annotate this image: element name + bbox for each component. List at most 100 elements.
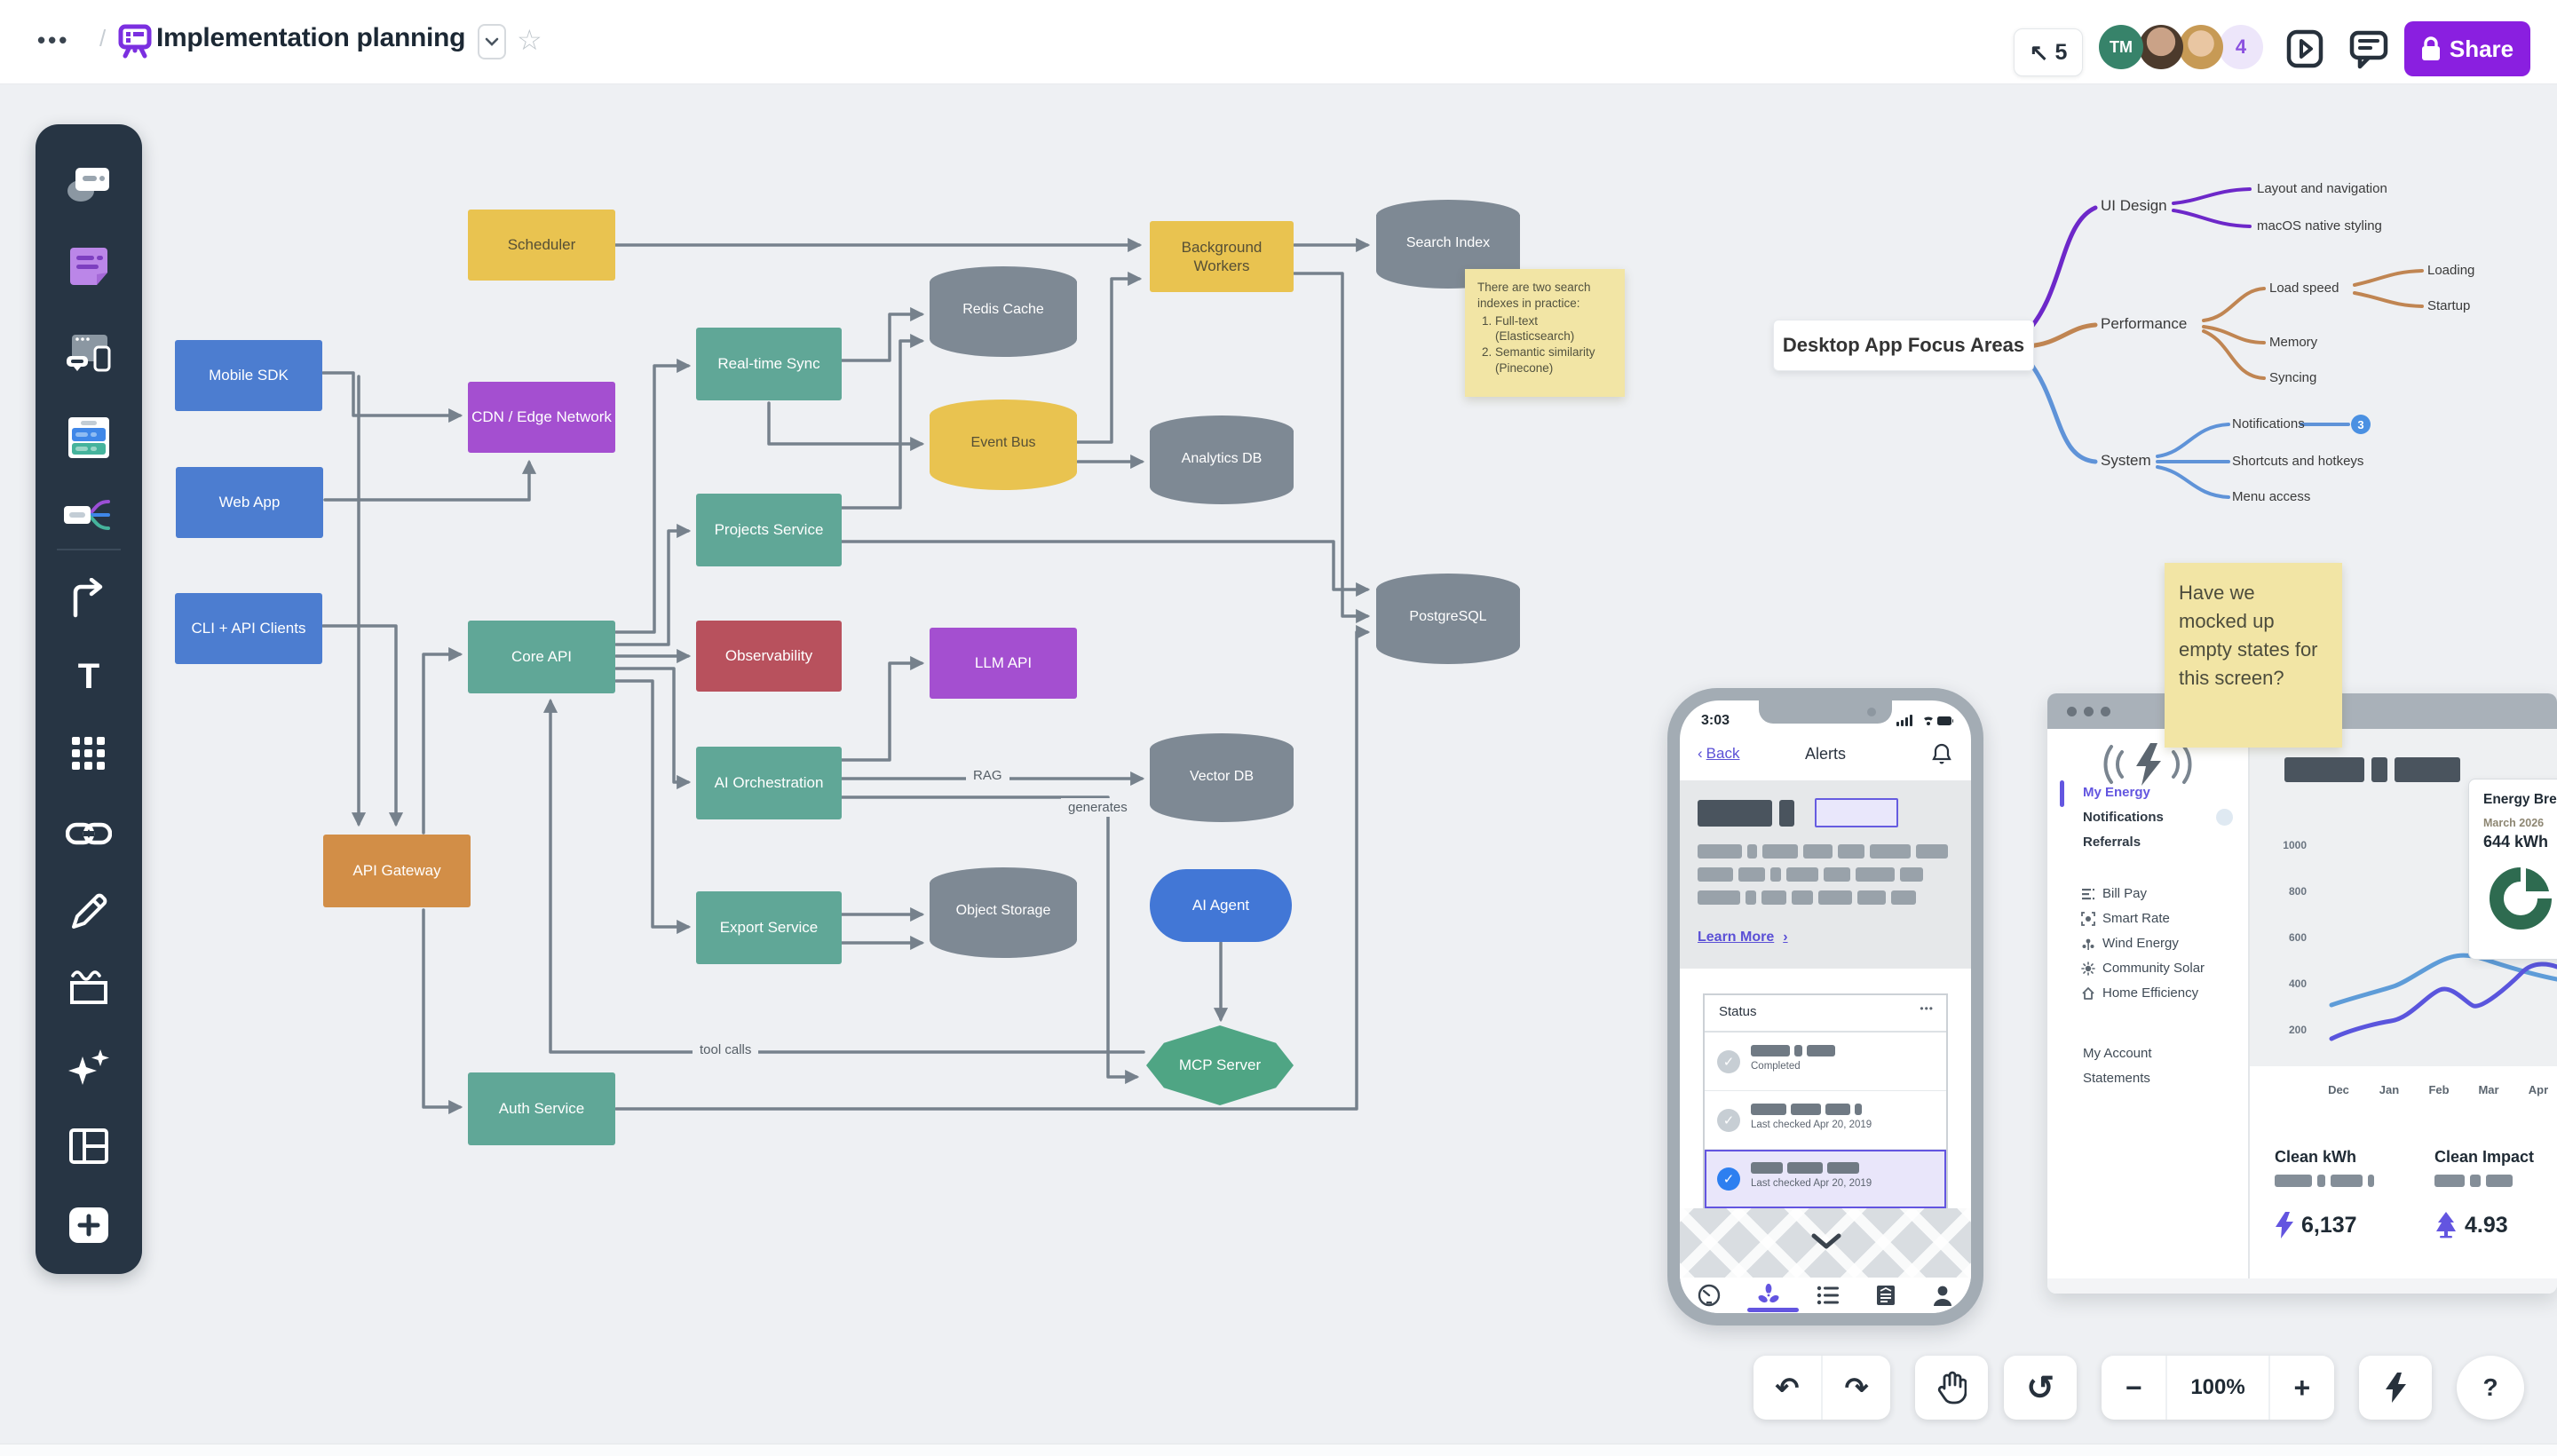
flow-node-web-app[interactable]: Web App	[176, 467, 323, 538]
notifications-count-badge[interactable]: 3	[2351, 415, 2371, 434]
mindmap-node-memory[interactable]: Memory	[2269, 335, 2317, 350]
flow-node-object-storage[interactable]: Object Storage	[930, 867, 1077, 958]
avatar[interactable]	[2139, 25, 2183, 69]
avatar[interactable]: TM	[2099, 25, 2143, 69]
mindmap-node-performance[interactable]: Performance	[2101, 315, 2187, 333]
phone-status-icons	[1896, 715, 1953, 727]
nav-my-account[interactable]: My Account	[2083, 1046, 2152, 1061]
history-icon: ↺	[2026, 1368, 2054, 1408]
flow-node-export-service[interactable]: Export Service	[696, 891, 842, 964]
hand-tool-button[interactable]	[1915, 1356, 1988, 1420]
cards-icon	[67, 415, 111, 460]
history-button[interactable]: ↺	[2004, 1356, 2077, 1420]
flow-node-api-gateway[interactable]: API Gateway	[323, 835, 471, 907]
nav-community-solar[interactable]: Community Solar	[2102, 961, 2205, 976]
flow-node-core-api[interactable]: Core API	[468, 621, 615, 693]
cylinder-body	[930, 415, 1077, 490]
nav-my-energy[interactable]: My Energy	[2083, 785, 2150, 800]
layout-tool[interactable]	[64, 1121, 114, 1171]
mindmap-node-layout-nav[interactable]: Layout and navigation	[2257, 181, 2387, 196]
present-button[interactable]	[2284, 27, 2326, 71]
avatar[interactable]	[2179, 25, 2223, 69]
avatar-overflow-count[interactable]: 4	[2219, 25, 2263, 69]
apps-tool[interactable]	[64, 729, 114, 779]
status-card-menu: •••	[1920, 1002, 1934, 1015]
flow-node-redis-cache[interactable]: Redis Cache	[930, 266, 1077, 357]
help-button[interactable]: ?	[2457, 1356, 2524, 1420]
mindmap-tool[interactable]	[64, 490, 114, 540]
ai-tool[interactable]	[64, 1045, 114, 1095]
flow-node-event-bus[interactable]: Event Bus	[930, 400, 1077, 490]
frame-tool[interactable]	[64, 963, 114, 1013]
mindmap-node-loading[interactable]: Loading	[2427, 263, 2474, 278]
edge-label-rag: RAG	[966, 766, 1009, 785]
flow-node-llm-api[interactable]: LLM API	[930, 628, 1077, 699]
title-dropdown-button[interactable]	[478, 24, 506, 59]
mindmap-root[interactable]: Desktop App Focus Areas	[1773, 320, 2034, 371]
sticky-note-empty-states[interactable]: Have we mocked up empty states for this …	[2165, 563, 2342, 748]
mindmap-node-ui-design[interactable]: UI Design	[2101, 197, 2167, 215]
flow-node-cdn[interactable]: CDN / Edge Network	[468, 382, 615, 453]
mindmap-node-startup[interactable]: Startup	[2427, 298, 2470, 313]
mindmap-node-syncing[interactable]: Syncing	[2269, 370, 2316, 385]
flow-node-analytics-db[interactable]: Analytics DB	[1150, 415, 1294, 504]
text-tool[interactable]: T	[64, 652, 114, 701]
nav-wind-energy[interactable]: Wind Energy	[2102, 936, 2179, 951]
flow-node-realtime-sync[interactable]: Real-time Sync	[696, 328, 842, 400]
mindmap-node-menu-access[interactable]: Menu access	[2232, 489, 2310, 504]
toolbar-divider	[57, 549, 121, 550]
nav-home-efficiency[interactable]: Home Efficiency	[2102, 985, 2198, 1001]
mindmap-node-macos[interactable]: macOS native styling	[2257, 218, 2382, 233]
flow-node-scheduler[interactable]: Scheduler	[468, 210, 615, 281]
favorite-star-button[interactable]: ☆	[517, 23, 542, 57]
flow-node-mobile-sdk[interactable]: Mobile SDK	[175, 340, 322, 411]
zoom-out-button[interactable]: −	[2102, 1356, 2165, 1420]
nav-bill-pay[interactable]: Bill Pay	[2102, 886, 2147, 901]
board-menu-button[interactable]: •••	[37, 27, 69, 54]
nav-referrals[interactable]: Referrals	[2083, 835, 2141, 850]
zoom-in-button[interactable]: +	[2270, 1356, 2334, 1420]
flow-node-observability[interactable]: Observability	[696, 621, 842, 692]
nav-statements[interactable]: Statements	[2083, 1071, 2150, 1086]
board-title[interactable]: Implementation planning	[156, 23, 465, 53]
pen-tool[interactable]	[64, 887, 114, 937]
mindmap-node-shortcuts[interactable]: Shortcuts and hotkeys	[2232, 454, 2363, 469]
frames-tool[interactable]	[64, 330, 114, 380]
donut-chart	[2482, 859, 2557, 948]
zoom-level-button[interactable]: 100%	[2167, 1356, 2268, 1420]
share-button[interactable]: Share	[2404, 21, 2530, 76]
flow-node-ai-agent[interactable]: AI Agent	[1150, 869, 1292, 942]
templates-tool[interactable]	[64, 160, 114, 210]
mindmap-node-system[interactable]: System	[2101, 452, 2151, 470]
nav-notifications[interactable]: Notifications	[2083, 810, 2164, 825]
flow-node-cli-clients[interactable]: CLI + API Clients	[175, 593, 322, 664]
mindmap-node-load-speed[interactable]: Load speed	[2269, 281, 2339, 296]
connector-tool[interactable]	[64, 574, 114, 623]
status-row-caption: Completed	[1751, 1061, 1801, 1072]
comments-button[interactable]	[2347, 27, 2390, 71]
undo-button[interactable]: ↶	[1753, 1356, 1821, 1420]
quick-actions-button[interactable]	[2359, 1356, 2432, 1420]
flow-node-background-workers[interactable]: Background Workers	[1150, 221, 1294, 292]
card-value: 644 kWh	[2483, 833, 2548, 851]
cards-tool[interactable]	[64, 413, 114, 463]
flow-node-vector-db[interactable]: Vector DB	[1150, 733, 1294, 822]
flow-node-postgresql[interactable]: PostgreSQL	[1376, 574, 1520, 664]
hand-icon	[1936, 1371, 1967, 1405]
check-circle-icon: ✓	[1717, 1050, 1740, 1073]
lock-icon	[2421, 36, 2441, 61]
flow-node-projects-service[interactable]: Projects Service	[696, 494, 842, 566]
link-tool[interactable]	[64, 809, 114, 859]
mindmap-node-notifications[interactable]: Notifications	[2232, 416, 2305, 431]
flow-node-auth-service[interactable]: Auth Service	[468, 1072, 615, 1145]
redo-button[interactable]: ↷	[1823, 1356, 1890, 1420]
desktop-mockup[interactable]: My Energy Notifications Referrals Bill P…	[2047, 693, 2557, 1294]
node-label: Object Storage	[930, 903, 1077, 919]
add-more-tool[interactable]	[64, 1200, 114, 1250]
flow-node-ai-orchestration[interactable]: AI Orchestration	[696, 747, 842, 819]
nav-smart-rate[interactable]: Smart Rate	[2102, 911, 2170, 926]
presence-cursors-button[interactable]: ↖ 5	[2014, 28, 2083, 76]
phone-mockup[interactable]: 3:03 ‹Back Alerts Learn More› Status	[1667, 688, 1983, 1325]
sticky-note-tool[interactable]	[64, 241, 114, 291]
sticky-note-search-indexes[interactable]: There are two search indexes in practice…	[1465, 269, 1625, 397]
